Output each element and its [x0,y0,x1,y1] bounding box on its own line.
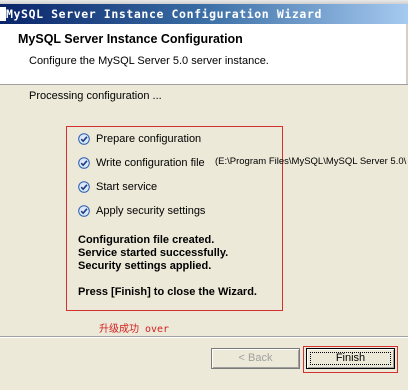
summary-line: Service started successfully. [78,247,229,259]
checkmark-circle-icon [78,181,90,193]
window-bottom-edge [0,380,408,390]
step-label: Start service [96,181,158,193]
finish-instruction: Press [Finish] to close the Wizard. [78,286,257,298]
step-write-configuration-file: Write configuration file [78,155,205,171]
step-label: Apply security settings [96,205,206,217]
summary-line: Configuration file created. [78,234,215,246]
upgrade-success-annotation: 升级成功 over [99,320,169,335]
footer-divider [0,336,408,338]
finish-button-label: Finish [335,352,366,364]
step-apply-security-settings: Apply security settings [78,203,205,219]
annotation-chinese: 升级成功 [99,324,139,335]
checkmark-circle-icon [78,133,90,145]
summary-line: Security settings applied. [78,260,212,272]
annotation-english: over [145,324,170,335]
window-title: MySQL Server Instance Configuration Wiza… [6,7,322,21]
back-button[interactable]: < Back [211,348,300,369]
processing-status: Processing configuration ... [29,90,162,102]
finish-button[interactable]: Finish [306,348,395,369]
wizard-header: MySQL Server Instance Configuration Conf… [0,24,408,85]
wizard-window: MySQL Server Instance Configuration Wiza… [0,0,408,390]
title-bar[interactable]: MySQL Server Instance Configuration Wiza… [0,4,408,24]
checkmark-circle-icon [78,205,90,217]
step-prepare-configuration: Prepare configuration [78,131,201,147]
header-title: MySQL Server Instance Configuration [18,32,243,46]
header-subtitle: Configure the MySQL Server 5.0 server in… [29,55,269,67]
step-start-service: Start service [78,179,157,195]
config-file-path: (E:\Program Files\MySQL\MySQL Server 5.0… [215,156,407,167]
step-label: Write configuration file [96,157,205,169]
checkmark-circle-icon [78,157,90,169]
step-label: Prepare configuration [96,133,202,145]
